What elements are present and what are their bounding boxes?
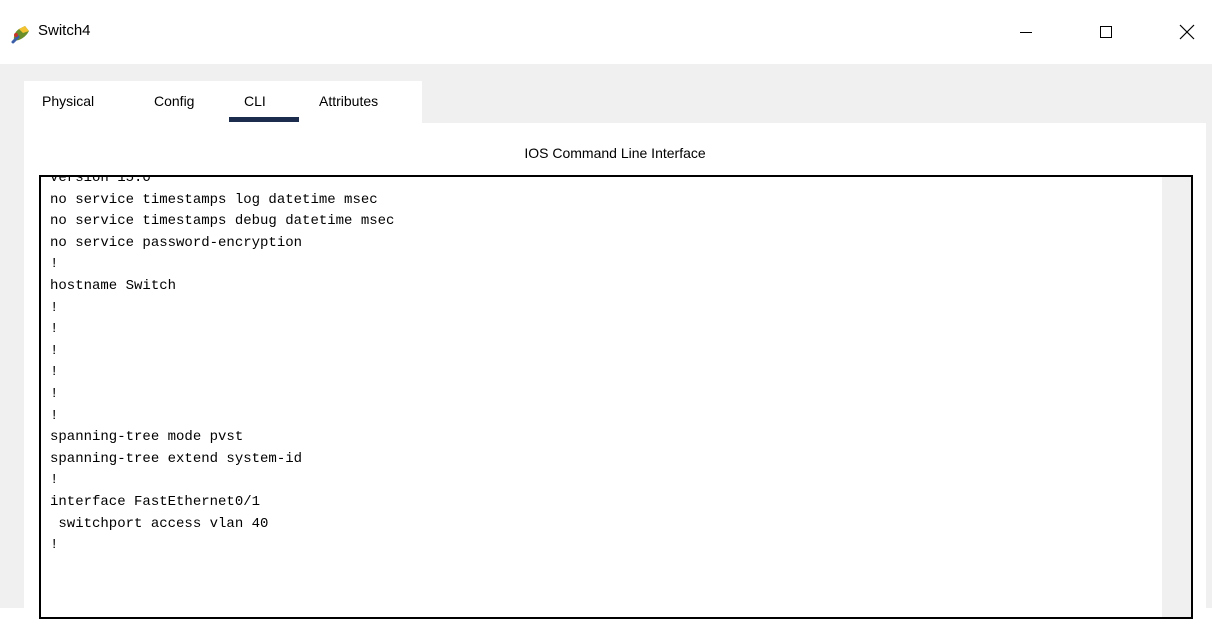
terminal-line: ! bbox=[50, 256, 59, 273]
cli-panel: IOS Command Line Interface version 15.0 … bbox=[24, 123, 1206, 619]
maximize-icon bbox=[1100, 26, 1112, 38]
tab-config[interactable]: Config bbox=[154, 93, 194, 109]
terminal-line: spanning-tree extend system-id bbox=[50, 450, 303, 467]
tab-attributes[interactable]: Attributes bbox=[319, 93, 378, 109]
minimize-icon bbox=[1020, 32, 1032, 33]
terminal-line: ! bbox=[50, 321, 59, 338]
packet-tracer-switch-icon bbox=[10, 23, 32, 45]
terminal-line: ! bbox=[50, 472, 59, 489]
terminal-line: no service timestamps log datetime msec bbox=[50, 191, 378, 208]
device-dialog-body: Physical Config CLI Attributes IOS Comma… bbox=[0, 64, 1212, 619]
terminal-line: ! bbox=[50, 407, 59, 424]
terminal-line: no service timestamps debug datetime mse… bbox=[50, 213, 395, 230]
terminal-line: ! bbox=[50, 342, 59, 359]
close-button[interactable] bbox=[1164, 10, 1210, 54]
terminal-line: interface FastEthernet0/1 bbox=[50, 493, 261, 510]
terminal-line: spanning-tree mode pvst bbox=[50, 429, 244, 446]
title-bar: Switch4 bbox=[0, 0, 1212, 64]
terminal-line: ! bbox=[50, 385, 59, 402]
active-tab-indicator bbox=[229, 117, 299, 122]
terminal-line: version 15.0 bbox=[50, 175, 151, 186]
cli-terminal[interactable]: version 15.0 no service timestamps log d… bbox=[39, 175, 1193, 619]
close-icon bbox=[1179, 24, 1195, 40]
terminal-line: no service password-encryption bbox=[50, 234, 303, 251]
cli-heading: IOS Command Line Interface bbox=[524, 145, 706, 161]
terminal-line: ! bbox=[50, 364, 59, 381]
tab-bar: Physical Config CLI Attributes bbox=[24, 81, 422, 123]
terminal-output: version 15.0 no service timestamps log d… bbox=[50, 175, 395, 557]
terminal-line: switchport access vlan 40 bbox=[50, 515, 269, 532]
minimize-button[interactable] bbox=[1003, 10, 1049, 54]
maximize-button[interactable] bbox=[1083, 10, 1129, 54]
terminal-line: ! bbox=[50, 299, 59, 316]
vertical-scrollbar[interactable] bbox=[1162, 177, 1191, 617]
tab-cli[interactable]: CLI bbox=[244, 93, 266, 109]
terminal-line: ! bbox=[50, 537, 59, 554]
window-title: Switch4 bbox=[38, 22, 91, 39]
tab-physical[interactable]: Physical bbox=[42, 93, 94, 109]
terminal-line: hostname Switch bbox=[50, 277, 177, 294]
